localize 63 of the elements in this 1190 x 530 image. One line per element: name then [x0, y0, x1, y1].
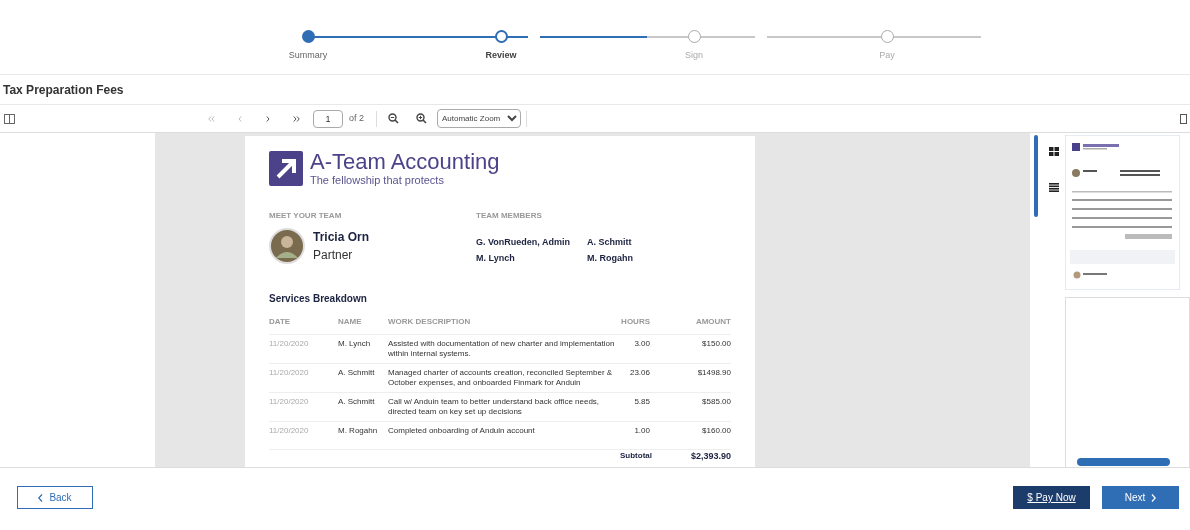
table-cell: $150.00: [650, 335, 731, 364]
column-header: WORK DESCRIPTION: [388, 316, 620, 335]
table-cell: 5.85: [620, 393, 650, 422]
column-header: AMOUNT: [650, 316, 731, 335]
grid-view-icon[interactable]: [1049, 147, 1059, 156]
column-header: DATE: [269, 316, 338, 335]
chevron-left-icon: [38, 493, 44, 502]
chevron-right-icon: [1151, 493, 1157, 502]
column-header: HOURS: [620, 316, 650, 335]
page-number-field[interactable]: 1: [313, 110, 343, 128]
step-label: Pay: [879, 49, 895, 62]
team-member: G. VonRueden, Admin: [476, 236, 571, 249]
table-cell: 11/20/2020: [269, 364, 338, 393]
last-page-icon[interactable]: [293, 116, 300, 122]
company-tagline: The fellowship that protects: [310, 174, 445, 186]
next-page-icon[interactable]: [266, 116, 270, 122]
contact-name: Tricia Orn: [313, 229, 370, 246]
table-cell: Assisted with documentation of new charter and implementation within internal systems.: [388, 335, 620, 364]
tools-icon[interactable]: [1180, 114, 1187, 124]
section-title: Tax Preparation Fees: [3, 81, 124, 99]
team-member: M. Rogahn: [587, 251, 633, 265]
zoom-out-icon[interactable]: [388, 113, 399, 124]
column-header: NAME: [338, 316, 388, 335]
step-label: Summary: [288, 49, 328, 62]
page-count: of 2: [349, 111, 364, 125]
team-member: A. Schmitt: [587, 236, 633, 249]
table-cell: $585.00: [650, 393, 731, 422]
company-name: A-Team Accounting: [310, 150, 500, 174]
section-label: MEET YOUR TEAM: [269, 210, 343, 222]
table-cell: 1.00: [620, 422, 650, 450]
thumbnail-scrollbar-thumb[interactable]: [1077, 458, 1170, 466]
section-label: TEAM MEMBERS: [476, 210, 543, 222]
pay-now-button[interactable]: $ Pay Now: [1013, 486, 1090, 509]
table-cell: 3.00: [620, 335, 650, 364]
step-label: Review: [485, 49, 517, 62]
sidebar-toggle-icon[interactable]: [4, 114, 15, 124]
step-label: Sign: [685, 49, 703, 62]
table-cell: $1498.90: [650, 364, 731, 393]
contact-role: Partner: [313, 247, 354, 264]
list-view-icon[interactable]: [1049, 183, 1059, 192]
table-cell: A. Schmitt: [338, 393, 388, 422]
table-cell: 11/20/2020: [269, 393, 338, 422]
table-cell: 23.06: [620, 364, 650, 393]
table-cell: Call w/ Anduin team to better understand back office needs, directed team on key set up decisions: [388, 393, 620, 422]
table-cell: M. Rogahn: [338, 422, 388, 450]
page-thumbnail-drawing[interactable]: [1065, 135, 1180, 290]
next-button[interactable]: Next: [1102, 486, 1179, 509]
logo-icon: [269, 150, 303, 186]
zoom-in-icon[interactable]: [416, 113, 427, 124]
table-cell: M. Lynch: [338, 335, 388, 364]
table-cell: 11/20/2020: [269, 422, 338, 450]
section-heading: Services Breakdown: [269, 292, 368, 306]
back-button[interactable]: Back: [17, 486, 93, 509]
avatar-icon: [269, 228, 305, 264]
subtotal-label: Subtotal: [620, 450, 650, 461]
scrollbar-thumb[interactable]: [1034, 135, 1038, 217]
table-cell: $160.00: [650, 422, 731, 450]
table-cell: 11/20/2020: [269, 335, 338, 364]
table-cell: Completed onboarding of Anduin account: [388, 422, 620, 450]
table-cell: Managed charter of accounts creation, reconciled September & October expenses, and onboarded Finmark for Anduin: [388, 364, 620, 393]
table-cell: A. Schmitt: [338, 364, 388, 393]
zoom-dropdown[interactable]: Automatic Zoom: [437, 109, 521, 128]
team-member: M. Lynch: [476, 251, 516, 265]
